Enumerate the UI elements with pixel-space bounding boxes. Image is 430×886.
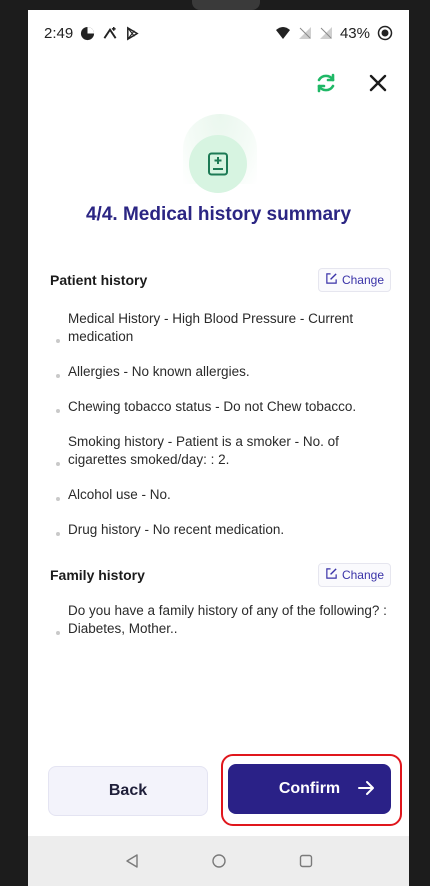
list-item: Smoking history - Patient is a smoker - … (56, 433, 387, 469)
list-item: Medical History - High Blood Pressure - … (56, 310, 387, 346)
system-nav-bar (28, 836, 409, 886)
refresh-icon[interactable] (313, 70, 339, 96)
play-store-icon (125, 26, 140, 41)
medical-card-icon (189, 135, 247, 193)
close-icon[interactable] (365, 70, 391, 96)
phone-screen: 2:49 43% 4/4. Medical history summary Pa… (28, 10, 409, 886)
edit-icon (325, 272, 338, 288)
list-item: Do you have a family history of any of t… (56, 602, 387, 638)
signal-icon (298, 26, 312, 40)
section-title: Patient history (50, 272, 148, 288)
status-bar: 2:49 43% (28, 10, 409, 56)
change-label: Change (341, 568, 384, 582)
confirm-label: Confirm (278, 780, 341, 797)
family-history-list: Do you have a family history of any of t… (56, 602, 387, 638)
nav-home-icon[interactable] (207, 849, 231, 873)
patient-history-header: Patient history Change (50, 267, 391, 293)
battery-percent: 43% (339, 24, 370, 42)
change-label: Change (341, 273, 384, 287)
network-activity-icon (102, 26, 118, 41)
list-item: Alcohol use - No. (56, 486, 387, 504)
wifi-icon (275, 26, 291, 40)
camera-notch (192, 0, 260, 10)
patient-history-list: Medical History - High Blood Pressure - … (56, 310, 387, 539)
arrow-right-icon (355, 777, 377, 804)
confirm-button[interactable]: Confirm (228, 764, 391, 814)
family-history-header: Family history Change (50, 562, 391, 588)
list-item: Drug history - No recent medication. (56, 521, 387, 539)
nav-back-icon[interactable] (120, 849, 144, 873)
signal-icon (319, 26, 333, 40)
page-title: 4/4. Medical history summary (85, 204, 352, 225)
nav-recents-icon[interactable] (294, 849, 318, 873)
list-item: Allergies - No known allergies. (56, 363, 387, 381)
section-title: Family history (50, 567, 145, 583)
battery-icon (377, 25, 393, 41)
list-item: Chewing tobacco status - Do not Chew tob… (56, 398, 387, 416)
edit-icon (325, 567, 338, 583)
back-button[interactable]: Back (48, 766, 208, 816)
status-time: 2:49 (44, 24, 74, 42)
data-saver-icon (80, 26, 95, 41)
patient-history-change-button[interactable]: Change (317, 268, 391, 292)
family-history-change-button[interactable]: Change (317, 563, 391, 587)
